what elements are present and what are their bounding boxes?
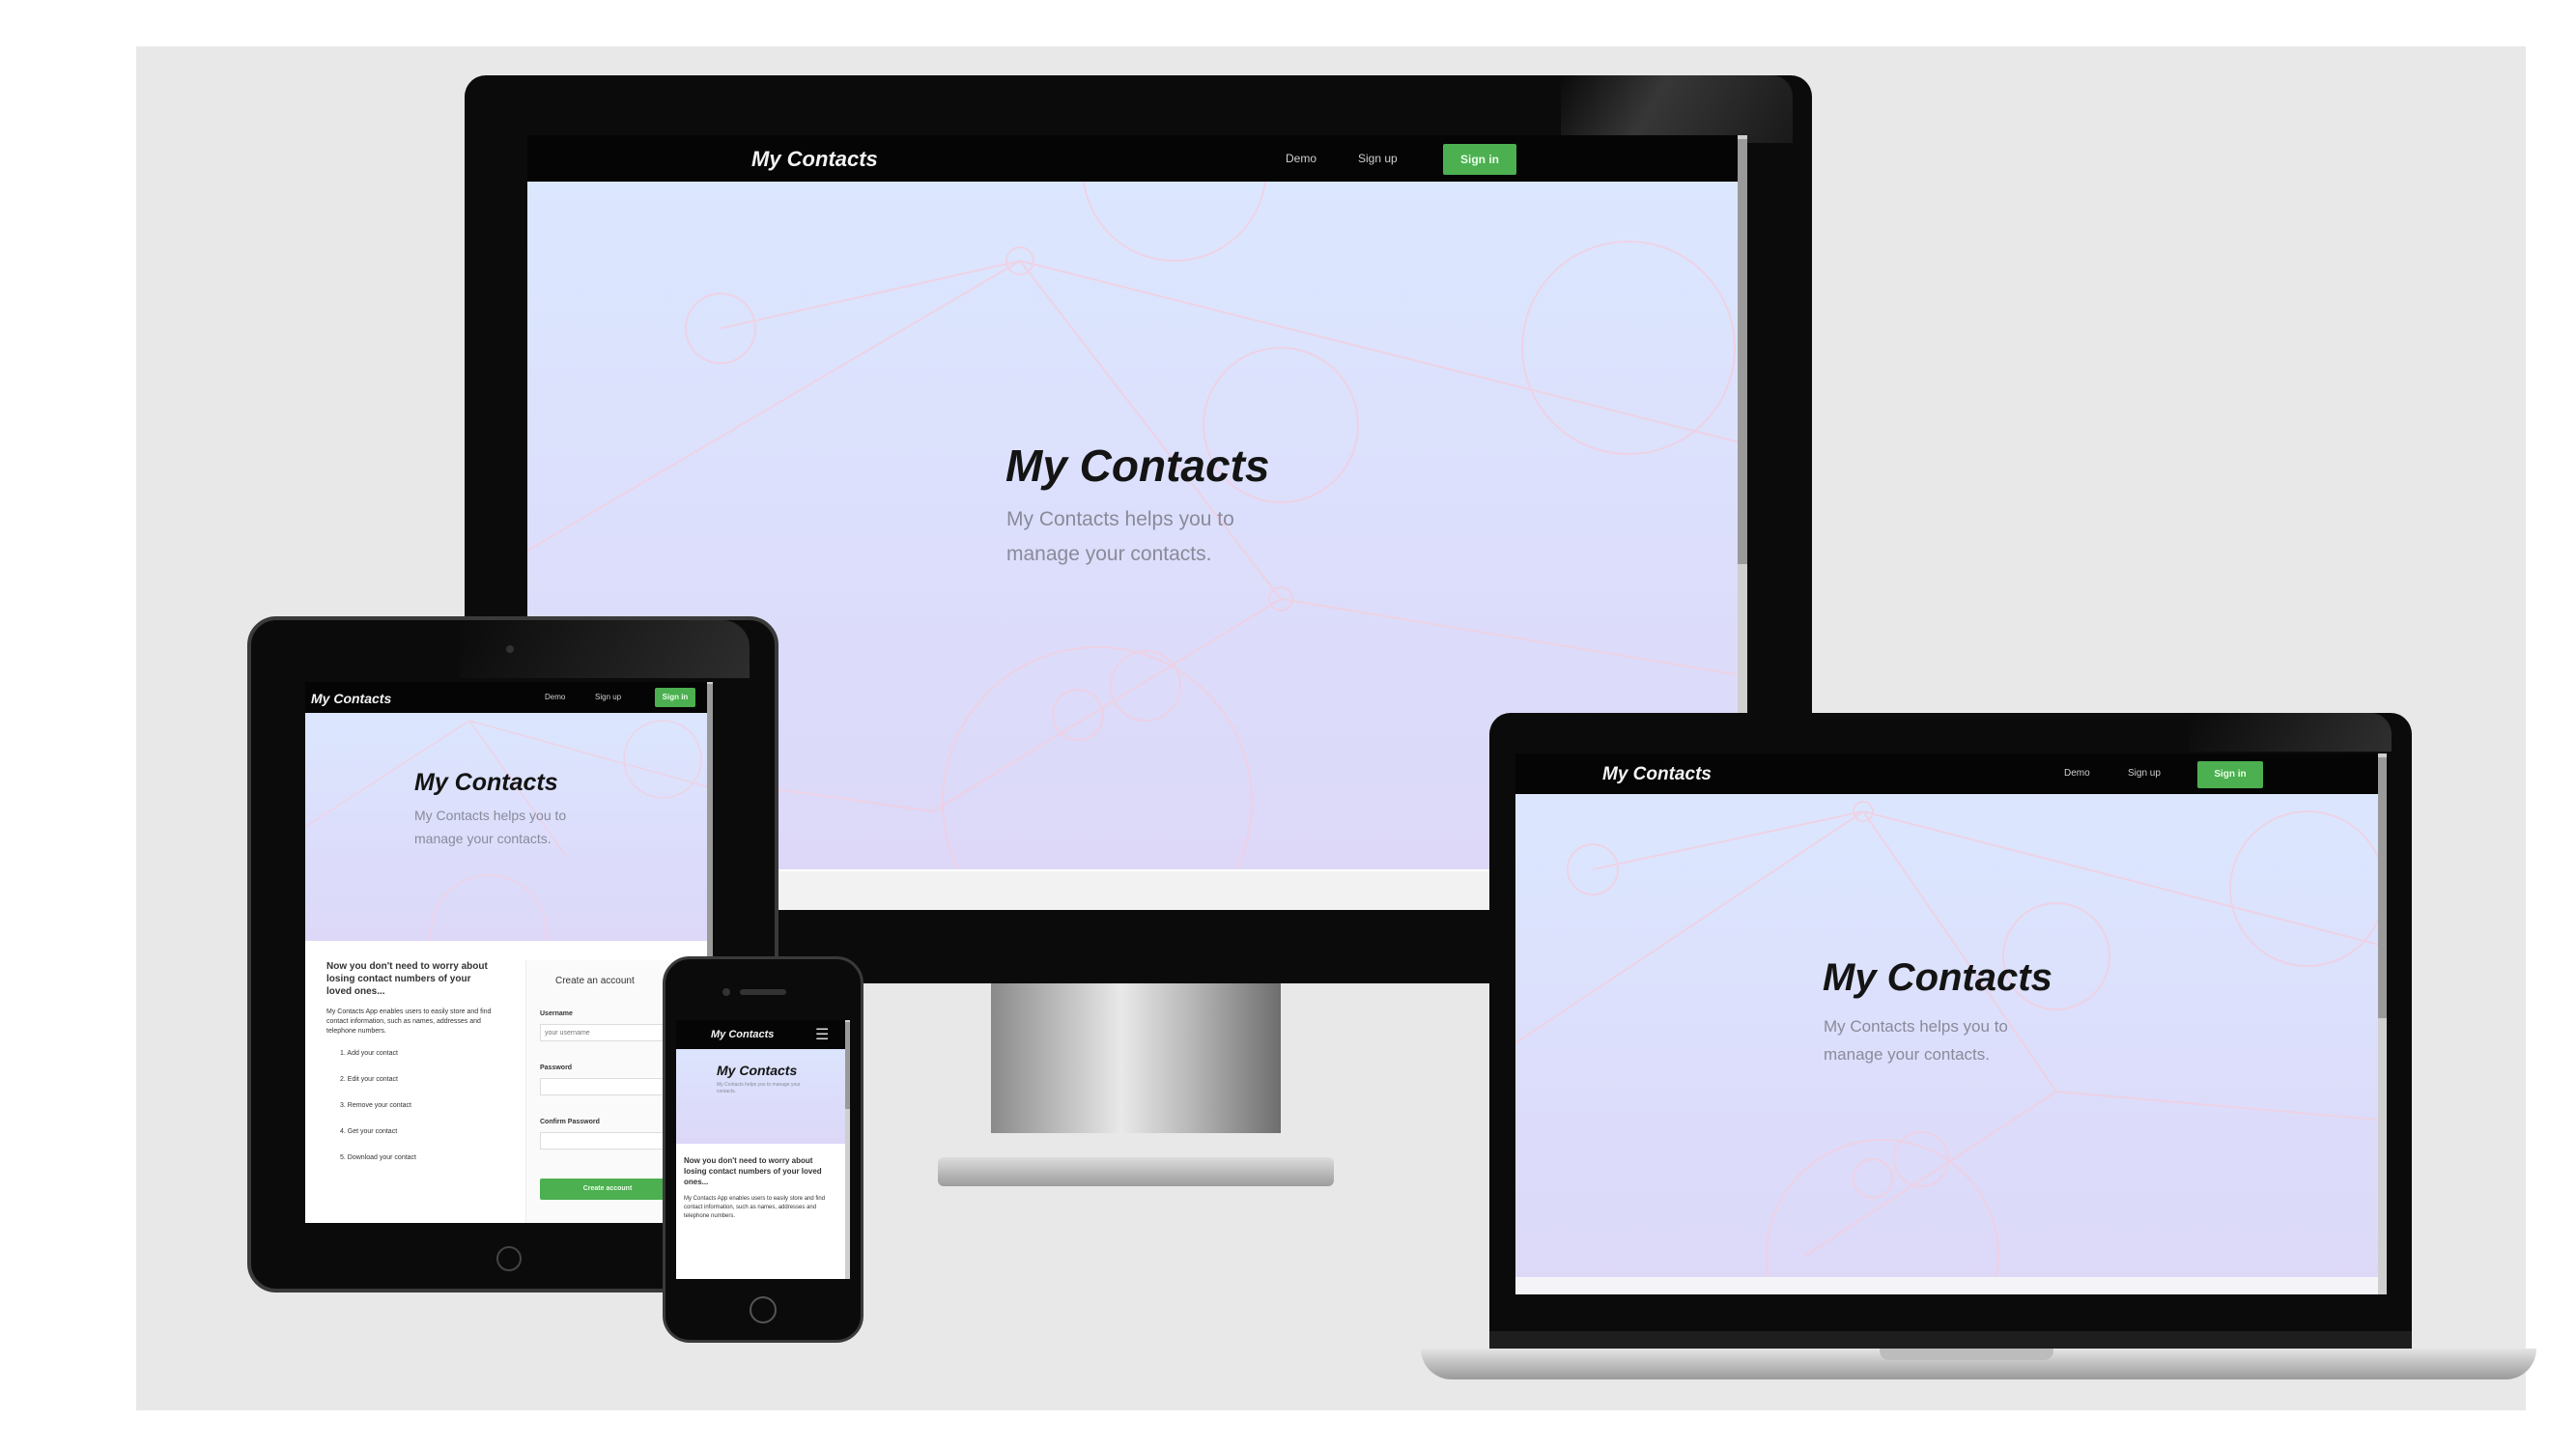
home-button-icon[interactable] (750, 1296, 777, 1323)
feature-item: 4. Get your contact (340, 1128, 398, 1135)
features-description: My Contacts App enables users to easily … (326, 1009, 492, 1035)
laptop-glare (2189, 713, 2392, 752)
laptop: My Contacts Demo Sign up Sign in My Cont… (1397, 713, 2536, 1408)
form-title: Create an account (555, 976, 635, 986)
signin-button[interactable]: Sign in (655, 688, 695, 707)
laptop-screen: My Contacts Demo Sign up Sign in My Cont… (1515, 753, 2387, 1294)
features-section: Now you don't need to worry about losing… (326, 960, 495, 1161)
phone-speaker-icon (740, 989, 786, 995)
features-heading: Now you don't need to worry about losing… (326, 961, 488, 997)
navbar: My Contacts Demo Sign up Sign in (305, 682, 713, 713)
hero-subtitle: My Contacts helps you to manage your con… (1824, 1017, 2008, 1064)
password-label: Password (540, 1065, 573, 1071)
brand-logo[interactable]: My Contacts (711, 1029, 774, 1040)
feature-item: 3. Remove your contact (340, 1102, 411, 1109)
nav-demo-link[interactable]: Demo (1286, 152, 1316, 165)
features-section: Now you don't need to worry about losing… (684, 1155, 829, 1221)
monitor-glare (1561, 75, 1793, 143)
tablet-camera-icon (506, 645, 514, 653)
phone-screen: My Contacts ☰ My Contacts My Contacts he… (676, 1020, 850, 1279)
nav-signup-link[interactable]: Sign up (2128, 768, 2161, 779)
nav-signup-link[interactable]: Sign up (595, 693, 621, 701)
hero-title: My Contacts (1005, 440, 1270, 491)
monitor-base (938, 1157, 1334, 1186)
home-button-icon[interactable] (496, 1246, 522, 1271)
hero-subtitle: My Contacts helps you to manage your con… (717, 1082, 801, 1094)
hero-section: My Contacts Demo Sign up Sign in My Cont… (305, 682, 713, 941)
hero-title: My Contacts (717, 1063, 798, 1078)
hero-section: My Contacts ☰ My Contacts My Contacts he… (676, 1020, 850, 1144)
scrollbar-thumb[interactable] (845, 1022, 850, 1109)
hero-title: My Contacts (414, 769, 558, 796)
hero-subtitle: My Contacts helps you to manage your con… (414, 808, 567, 846)
features-heading: Now you don't need to worry about losing… (684, 1156, 822, 1186)
scrollbar[interactable] (845, 1020, 850, 1279)
confirm-password-label: Confirm Password (540, 1119, 600, 1125)
tablet-screen: My Contacts Demo Sign up Sign in My Cont… (305, 682, 713, 1223)
laptop-notch (1880, 1349, 2053, 1360)
scrollbar-thumb[interactable] (1738, 139, 1747, 564)
navbar: My Contacts ☰ (676, 1020, 850, 1049)
feature-item: 2. Edit your contact (340, 1076, 398, 1083)
signin-button[interactable]: Sign in (2197, 761, 2263, 788)
signin-button[interactable]: Sign in (1443, 144, 1516, 175)
brand-logo[interactable]: My Contacts (1602, 764, 1712, 785)
nav-signup-link[interactable]: Sign up (1358, 152, 1398, 165)
nav-demo-link[interactable]: Demo (545, 693, 565, 701)
create-account-button[interactable]: Create account (540, 1179, 675, 1200)
phone-camera-icon (722, 988, 730, 996)
hero-title: My Contacts (1823, 956, 2052, 999)
features-description: My Contacts App enables users to easily … (684, 1196, 826, 1219)
brand-logo[interactable]: My Contacts (751, 147, 878, 172)
navbar: My Contacts Demo Sign up Sign in (1515, 753, 2387, 794)
hero-subtitle: My Contacts helps you to manage your con… (1006, 508, 1234, 565)
navbar: My Contacts Demo Sign up Sign in (527, 135, 1747, 182)
brand-logo[interactable]: My Contacts (311, 691, 391, 706)
feature-item: 1. Add your contact (340, 1050, 398, 1057)
phone: My Contacts ☰ My Contacts My Contacts he… (663, 956, 863, 1352)
hamburger-menu-icon[interactable]: ☰ (815, 1025, 829, 1044)
laptop-hinge (1489, 1331, 2412, 1349)
scrollbar[interactable] (2378, 753, 2387, 1294)
tablet-glare (460, 620, 750, 678)
scrollbar-thumb[interactable] (707, 684, 713, 964)
mockup-backdrop: My Contacts Demo Sign up Sign in My Cont… (136, 46, 2536, 1410)
nav-demo-link[interactable]: Demo (2064, 768, 2090, 779)
scrollbar-thumb[interactable] (2378, 757, 2387, 1018)
feature-item: 5. Download your contact (340, 1154, 416, 1161)
content-area (1515, 1277, 2387, 1294)
username-label: Username (540, 1010, 573, 1017)
